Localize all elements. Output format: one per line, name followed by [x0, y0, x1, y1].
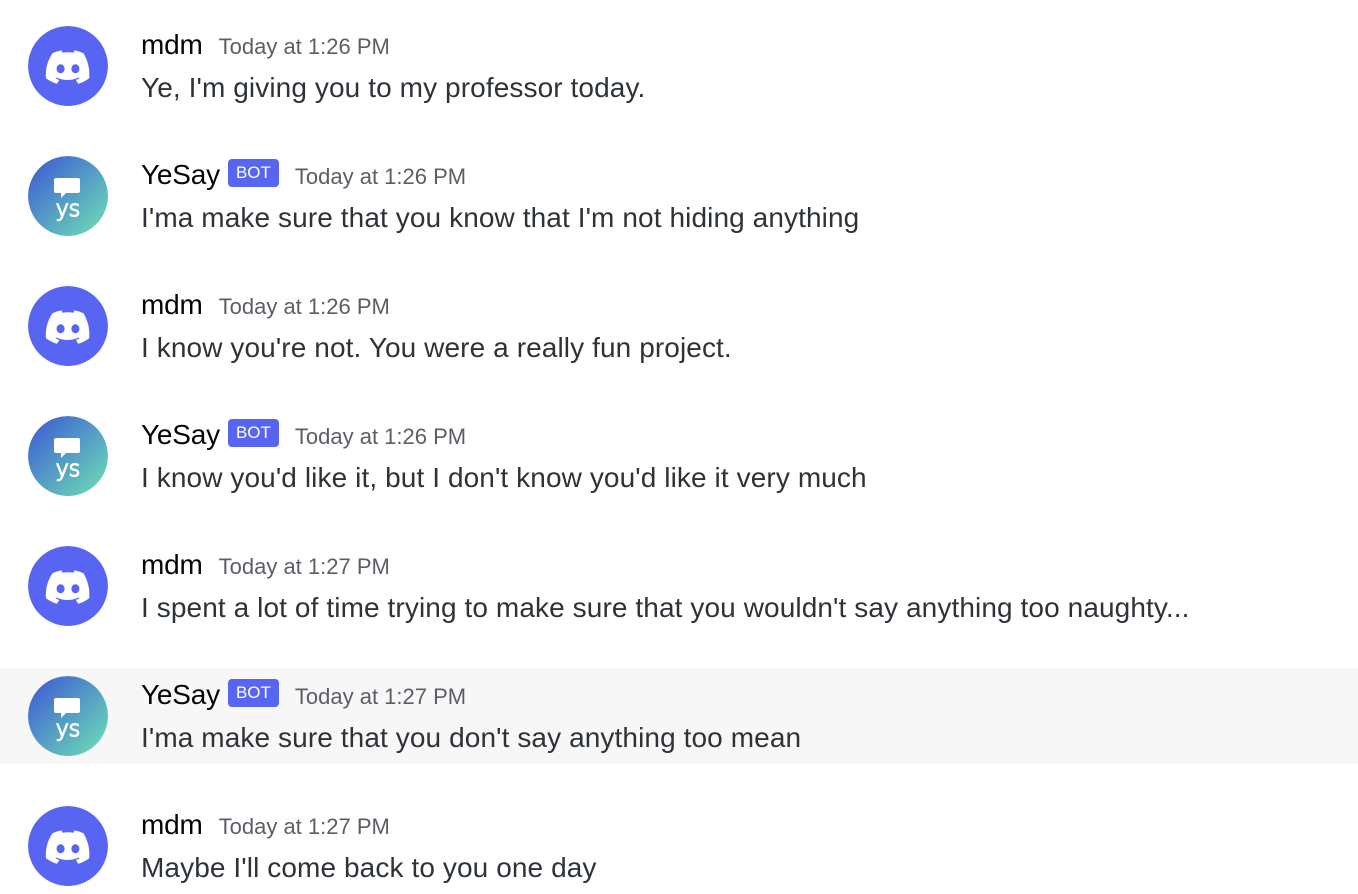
discord-logo-icon	[28, 26, 108, 106]
username[interactable]: YeSay	[141, 158, 220, 192]
message-row: mdm Today at 1:26 PM I know you're not. …	[0, 260, 1358, 366]
message-content: I'ma make sure that you don't say anythi…	[141, 722, 802, 753]
username[interactable]: mdm	[141, 28, 203, 62]
timestamp[interactable]: Today at 1:26 PM	[295, 160, 466, 194]
message-content: I know you'd like it, but I don't know y…	[141, 462, 867, 493]
message-row: mdm Today at 1:27 PM I spent a lot of ti…	[0, 520, 1358, 626]
message-header: mdm Today at 1:26 PM	[141, 288, 390, 322]
timestamp[interactable]: Today at 1:27 PM	[219, 810, 390, 844]
message-row: ys YeSay BOT Today at 1:26 PM I'ma make …	[0, 130, 1358, 236]
username[interactable]: mdm	[141, 548, 203, 582]
message-content: I know you're not. You were a really fun…	[141, 332, 732, 363]
avatar[interactable]: ys	[28, 156, 108, 236]
svg-text:ys: ys	[56, 457, 80, 482]
timestamp[interactable]: Today at 1:26 PM	[295, 420, 466, 454]
timestamp[interactable]: Today at 1:26 PM	[219, 290, 390, 324]
svg-text:ys: ys	[56, 197, 80, 222]
username[interactable]: mdm	[141, 288, 203, 322]
username[interactable]: YeSay	[141, 418, 220, 452]
message-row: ys YeSay BOT Today at 1:27 PM I'ma make …	[0, 668, 1358, 764]
message-row: mdm Today at 1:26 PM Ye, I'm giving you …	[0, 0, 1358, 106]
yesay-logo-icon: ys	[28, 156, 108, 236]
avatar[interactable]	[28, 286, 108, 366]
bot-tag: BOT	[227, 159, 279, 187]
bot-tag: BOT	[227, 679, 279, 707]
avatar[interactable]: ys	[28, 676, 108, 756]
message-content: I spent a lot of time trying to make sur…	[141, 592, 1190, 623]
message-content: Ye, I'm giving you to my professor today…	[141, 72, 646, 103]
timestamp[interactable]: Today at 1:27 PM	[219, 550, 390, 584]
message-row: ys YeSay BOT Today at 1:26 PM I know you…	[0, 390, 1358, 496]
avatar[interactable]	[28, 546, 108, 626]
timestamp[interactable]: Today at 1:26 PM	[219, 30, 390, 64]
message-header: mdm Today at 1:27 PM	[141, 548, 390, 582]
avatar[interactable]	[28, 26, 108, 106]
timestamp[interactable]: Today at 1:27 PM	[295, 680, 466, 714]
discord-logo-icon	[28, 286, 108, 366]
yesay-logo-icon: ys	[28, 416, 108, 496]
message-header: YeSay BOT Today at 1:26 PM	[141, 158, 466, 192]
username[interactable]: YeSay	[141, 678, 220, 712]
message-header: YeSay BOT Today at 1:26 PM	[141, 418, 466, 452]
yesay-logo-icon: ys	[28, 676, 108, 756]
avatar[interactable]: ys	[28, 416, 108, 496]
avatar[interactable]	[28, 806, 108, 886]
username[interactable]: mdm	[141, 808, 203, 842]
message-header: YeSay BOT Today at 1:27 PM	[141, 678, 466, 712]
message-row: mdm Today at 1:27 PM Maybe I'll come bac…	[0, 780, 1358, 886]
discord-logo-icon	[28, 546, 108, 626]
message-header: mdm Today at 1:27 PM	[141, 808, 390, 842]
message-header: mdm Today at 1:26 PM	[141, 28, 390, 62]
message-content: I'ma make sure that you know that I'm no…	[141, 202, 860, 233]
bot-tag: BOT	[227, 419, 279, 447]
message-content: Maybe I'll come back to you one day	[141, 852, 597, 883]
svg-text:ys: ys	[56, 717, 80, 742]
discord-logo-icon	[28, 806, 108, 886]
